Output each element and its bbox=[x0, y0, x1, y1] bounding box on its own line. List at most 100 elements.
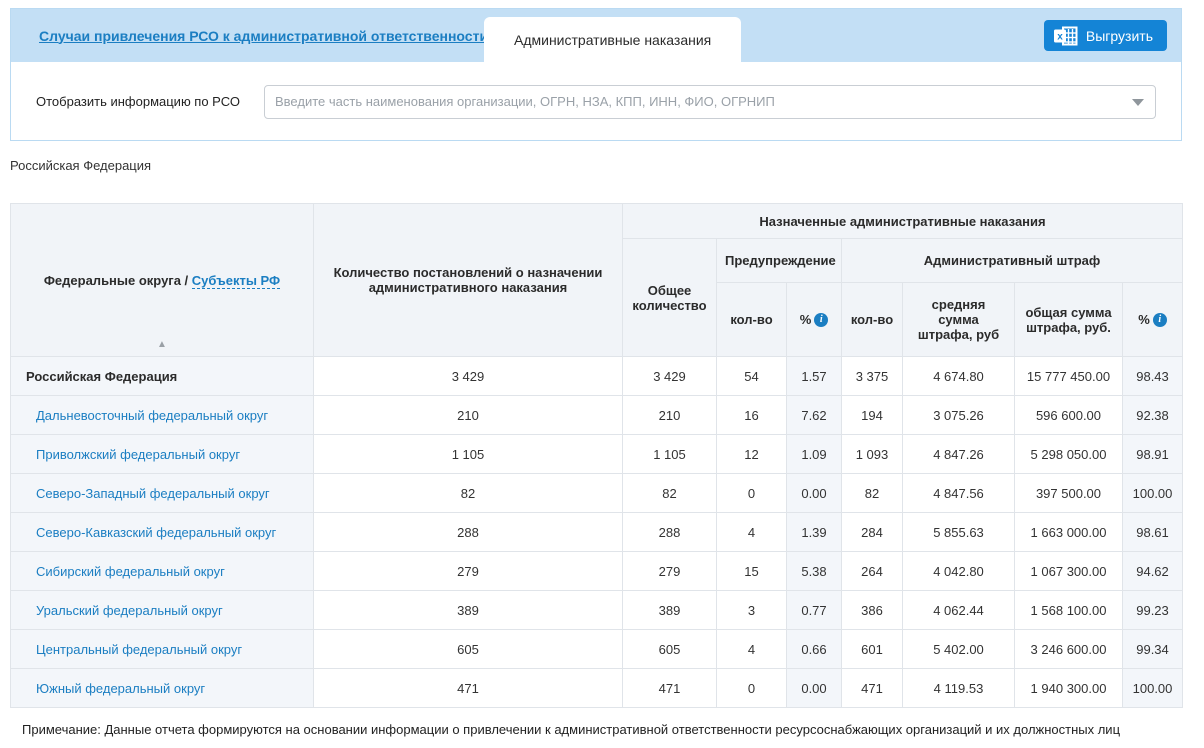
region-link[interactable]: Северо-Западный федеральный округ bbox=[36, 486, 270, 501]
region-link[interactable]: Приволжский федеральный округ bbox=[36, 447, 240, 462]
cell-fine-sum: 1 067 300.00 bbox=[1015, 552, 1123, 591]
region-link[interactable]: Сибирский федеральный округ bbox=[36, 564, 225, 579]
sort-asc-icon[interactable]: ▲ bbox=[11, 339, 313, 350]
region-total-label: Российская Федерация bbox=[26, 369, 177, 384]
region-link[interactable]: Дальневосточный федеральный округ bbox=[36, 408, 268, 423]
region-cell: Дальневосточный федеральный округ bbox=[11, 396, 314, 435]
punishments-table: Федеральные округа / Субъекты РФ ▲ Колич… bbox=[10, 203, 1183, 708]
cell-fine-pct: 100.00 bbox=[1123, 474, 1183, 513]
breadcrumb: Российская Федерация bbox=[10, 158, 151, 173]
header-decisions-count: Количество постановлений о назначении ад… bbox=[314, 204, 623, 357]
header-group-warning: Предупреждение bbox=[717, 239, 842, 283]
cell-fine-sum: 15 777 450.00 bbox=[1015, 357, 1123, 396]
cell-total: 210 bbox=[623, 396, 717, 435]
region-cell: Центральный федеральный округ bbox=[11, 630, 314, 669]
cell-warn-qty: 54 bbox=[717, 357, 787, 396]
cell-warn-pct: 0.77 bbox=[787, 591, 842, 630]
cell-total: 288 bbox=[623, 513, 717, 552]
cell-fine-pct: 99.23 bbox=[1123, 591, 1183, 630]
cell-decisions: 471 bbox=[314, 669, 623, 708]
cell-fine-avg: 4 119.53 bbox=[903, 669, 1015, 708]
cell-warn-pct: 0.66 bbox=[787, 630, 842, 669]
table-row: Российская Федерация3 4293 429541.573 37… bbox=[11, 357, 1183, 396]
cell-fine-sum: 1 940 300.00 bbox=[1015, 669, 1123, 708]
cell-fine-pct: 100.00 bbox=[1123, 669, 1183, 708]
region-link[interactable]: Южный федеральный округ bbox=[36, 681, 205, 696]
cell-fine-avg: 5 855.63 bbox=[903, 513, 1015, 552]
cell-fine-pct: 99.34 bbox=[1123, 630, 1183, 669]
cell-total: 471 bbox=[623, 669, 717, 708]
cell-fine-qty: 3 375 bbox=[842, 357, 903, 396]
cell-fine-avg: 4 042.80 bbox=[903, 552, 1015, 591]
cell-fine-pct: 98.61 bbox=[1123, 513, 1183, 552]
cell-fine-avg: 4 847.56 bbox=[903, 474, 1015, 513]
table-row: Сибирский федеральный округ279279155.382… bbox=[11, 552, 1183, 591]
cell-fine-qty: 194 bbox=[842, 396, 903, 435]
cell-warn-qty: 4 bbox=[717, 513, 787, 552]
tab-bar: Случаи привлечения РСО к административно… bbox=[11, 9, 1181, 62]
header-fine-avg: средняя сумма штрафа, руб bbox=[903, 283, 1015, 357]
cell-total: 279 bbox=[623, 552, 717, 591]
region-cell: Северо-Западный федеральный округ bbox=[11, 474, 314, 513]
cell-warn-pct: 1.09 bbox=[787, 435, 842, 474]
tab-cases-link[interactable]: Случаи привлечения РСО к административно… bbox=[39, 28, 488, 44]
region-cell: Северо-Кавказский федеральный округ bbox=[11, 513, 314, 552]
cell-warn-qty: 12 bbox=[717, 435, 787, 474]
cell-decisions: 279 bbox=[314, 552, 623, 591]
table-row: Уральский федеральный округ38938930.7738… bbox=[11, 591, 1183, 630]
cell-fine-sum: 1 663 000.00 bbox=[1015, 513, 1123, 552]
cell-fine-pct: 92.38 bbox=[1123, 396, 1183, 435]
cell-fine-pct: 98.43 bbox=[1123, 357, 1183, 396]
cell-warn-pct: 5.38 bbox=[787, 552, 842, 591]
cell-warn-pct: 0.00 bbox=[787, 669, 842, 708]
table-body: Российская Федерация3 4293 429541.573 37… bbox=[11, 357, 1183, 708]
subjects-rf-link[interactable]: Субъекты РФ bbox=[192, 273, 280, 289]
cell-fine-avg: 4 847.26 bbox=[903, 435, 1015, 474]
cell-warn-qty: 4 bbox=[717, 630, 787, 669]
cell-fine-pct: 98.91 bbox=[1123, 435, 1183, 474]
table-row: Центральный федеральный округ60560540.66… bbox=[11, 630, 1183, 669]
cell-warn-pct: 1.57 bbox=[787, 357, 842, 396]
cell-warn-qty: 0 bbox=[717, 474, 787, 513]
cell-fine-sum: 3 246 600.00 bbox=[1015, 630, 1123, 669]
dropdown-arrow-icon[interactable] bbox=[1132, 99, 1144, 106]
region-cell: Южный федеральный округ bbox=[11, 669, 314, 708]
cell-fine-sum: 5 298 050.00 bbox=[1015, 435, 1123, 474]
cell-decisions: 605 bbox=[314, 630, 623, 669]
region-link[interactable]: Северо-Кавказский федеральный округ bbox=[36, 525, 276, 540]
excel-icon: x bbox=[1054, 26, 1078, 46]
cell-warn-pct: 1.39 bbox=[787, 513, 842, 552]
cell-total: 605 bbox=[623, 630, 717, 669]
header-fine-sum: общая сумма штрафа, руб. bbox=[1015, 283, 1123, 357]
tab-administrative-punishments[interactable]: Административные наказания bbox=[484, 17, 741, 62]
rso-filter bbox=[264, 85, 1156, 119]
cell-decisions: 82 bbox=[314, 474, 623, 513]
cell-warn-qty: 0 bbox=[717, 669, 787, 708]
filter-label: Отобразить информацию по РСО bbox=[11, 94, 264, 109]
cell-decisions: 389 bbox=[314, 591, 623, 630]
cell-decisions: 210 bbox=[314, 396, 623, 435]
header-group-fine: Административный штраф bbox=[842, 239, 1183, 283]
header-region-label: Федеральные округа / bbox=[44, 273, 192, 288]
table-row: Северо-Западный федеральный округ828200.… bbox=[11, 474, 1183, 513]
info-icon[interactable]: i bbox=[1153, 313, 1167, 327]
cell-fine-qty: 264 bbox=[842, 552, 903, 591]
cell-decisions: 1 105 bbox=[314, 435, 623, 474]
tab-active-label: Административные наказания bbox=[514, 32, 711, 48]
region-link[interactable]: Центральный федеральный округ bbox=[36, 642, 242, 657]
cell-fine-sum: 1 568 100.00 bbox=[1015, 591, 1123, 630]
cell-decisions: 3 429 bbox=[314, 357, 623, 396]
cell-warn-qty: 15 bbox=[717, 552, 787, 591]
filter-row: Отобразить информацию по РСО bbox=[11, 62, 1181, 141]
cell-fine-qty: 471 bbox=[842, 669, 903, 708]
info-icon[interactable]: i bbox=[814, 313, 828, 327]
report-panel: Случаи привлечения РСО к административно… bbox=[10, 8, 1182, 141]
cell-fine-avg: 5 402.00 bbox=[903, 630, 1015, 669]
export-button[interactable]: x Выгрузить bbox=[1044, 20, 1167, 51]
region-link[interactable]: Уральский федеральный округ bbox=[36, 603, 223, 618]
rso-search-input[interactable] bbox=[264, 85, 1156, 119]
cell-total: 1 105 bbox=[623, 435, 717, 474]
table-row: Приволжский федеральный округ1 1051 1051… bbox=[11, 435, 1183, 474]
cell-fine-pct: 94.62 bbox=[1123, 552, 1183, 591]
cell-fine-avg: 4 674.80 bbox=[903, 357, 1015, 396]
